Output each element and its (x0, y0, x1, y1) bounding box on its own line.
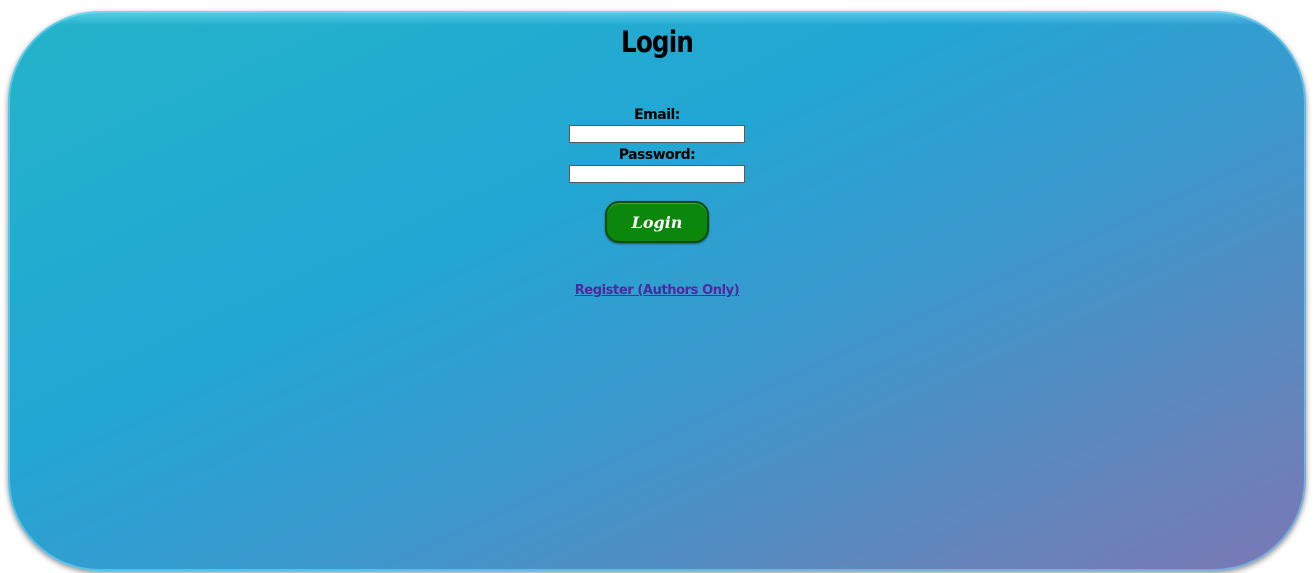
login-form: Email: Password: Login Register (Authors… (8, 106, 1306, 299)
page-title: Login (620, 25, 694, 59)
register-link[interactable]: Register (Authors Only) (575, 283, 740, 298)
login-panel: Login Email: Password: Login Register (A… (8, 11, 1306, 571)
login-button[interactable]: Login (605, 201, 709, 243)
password-field[interactable] (569, 165, 745, 183)
password-label: Password: (618, 147, 696, 163)
email-label: Email: (634, 107, 680, 123)
email-field[interactable] (569, 125, 745, 143)
